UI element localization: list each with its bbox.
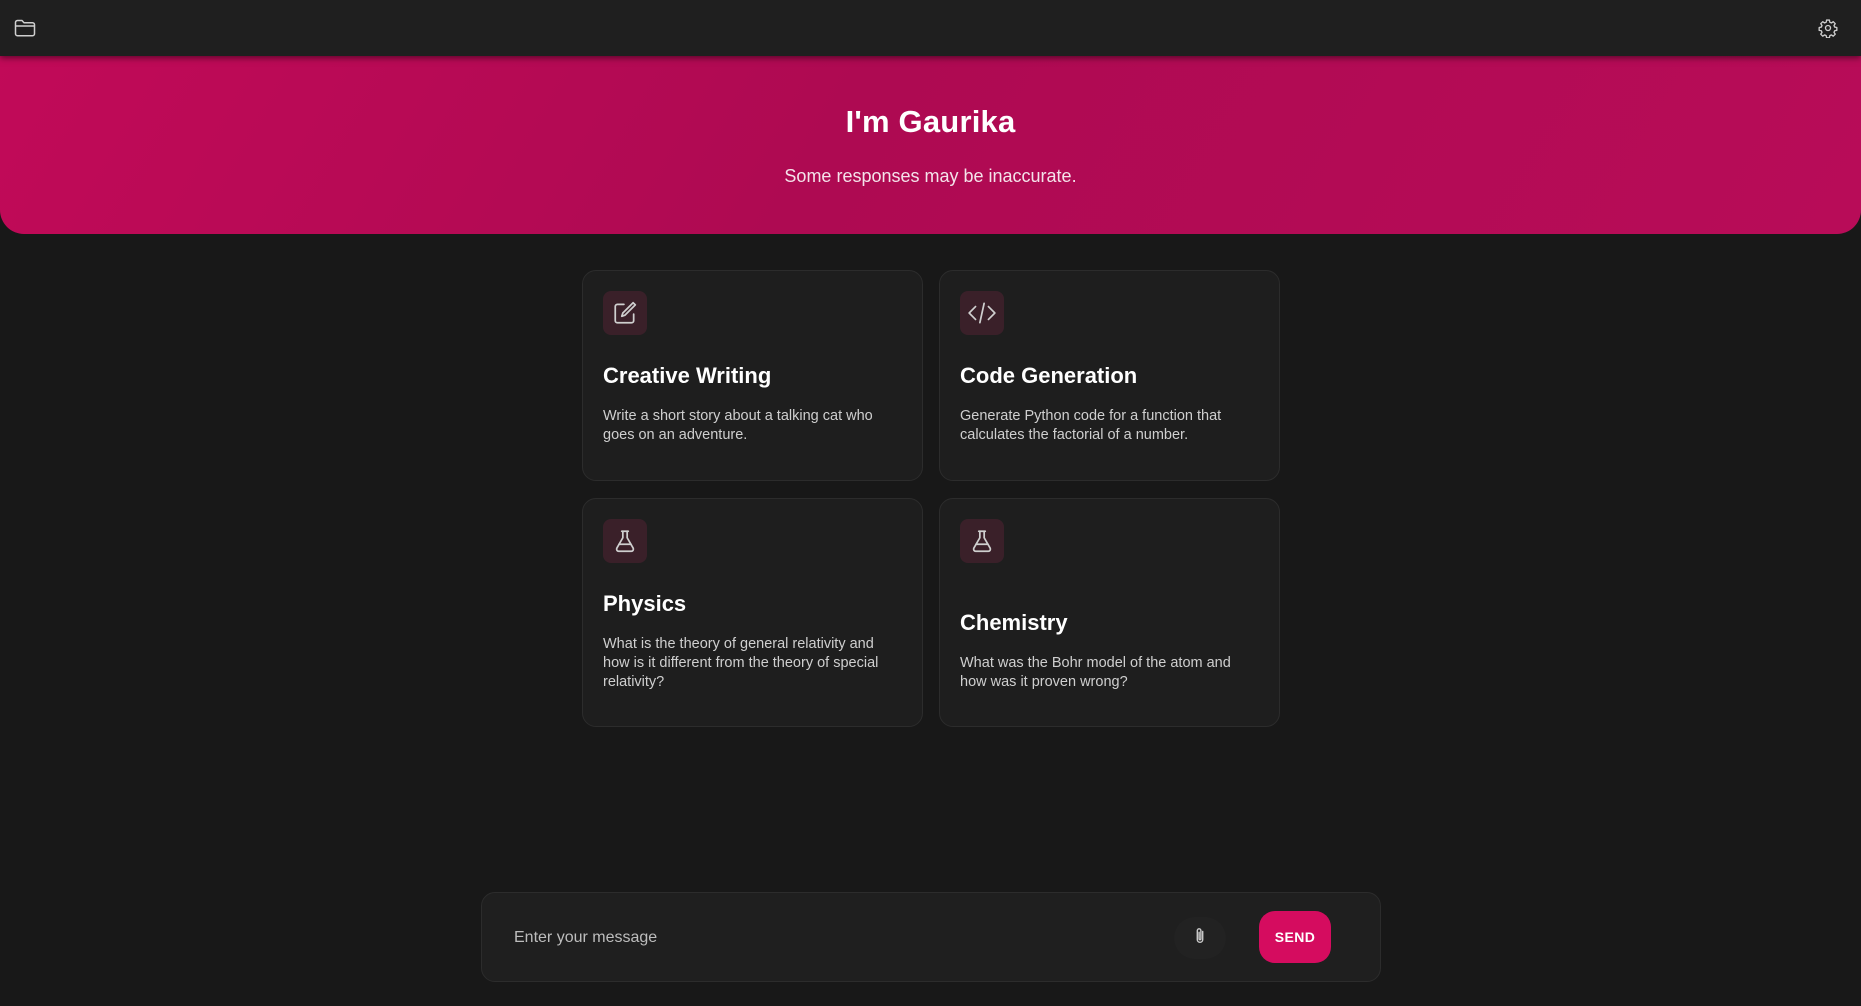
edit-icon <box>603 291 647 335</box>
top-bar <box>0 0 1861 56</box>
gear-icon[interactable] <box>1815 16 1841 40</box>
message-input[interactable] <box>514 923 1114 953</box>
card-title: Code Generation <box>960 363 1138 388</box>
send-button[interactable]: SEND <box>1259 911 1331 963</box>
card-creative-writing[interactable]: Creative Writing Write a short story abo… <box>582 270 923 481</box>
card-title: Physics <box>603 591 687 616</box>
card-chemistry[interactable]: Chemistry What was the Bohr model of the… <box>939 498 1280 727</box>
hero-banner: I'm Gaurika Some responses may be inaccu… <box>0 56 1861 234</box>
card-description: What was the Bohr model of the atom and … <box>960 655 1231 690</box>
card-description: What is the theory of general relativity… <box>603 636 879 690</box>
folder-icon[interactable] <box>12 16 38 40</box>
code-icon <box>960 291 1004 335</box>
page-subtitle: Some responses may be inaccurate. <box>784 166 1077 186</box>
card-description: Write a short story about a talking cat … <box>603 408 873 443</box>
message-composer: SEND <box>481 892 1381 982</box>
paperclip-icon <box>1193 927 1207 950</box>
card-title: Creative Writing <box>603 363 772 388</box>
flask-icon <box>603 519 647 563</box>
card-physics[interactable]: Physics What is the theory of general re… <box>582 498 923 727</box>
card-title: Chemistry <box>960 610 1068 635</box>
page-title: I'm Gaurika <box>845 104 1016 139</box>
flask-icon <box>960 519 1004 563</box>
card-description: Generate Python code for a function that… <box>960 408 1222 443</box>
card-code-generation[interactable]: Code Generation Generate Python code for… <box>939 270 1280 481</box>
attach-button[interactable] <box>1174 917 1226 959</box>
